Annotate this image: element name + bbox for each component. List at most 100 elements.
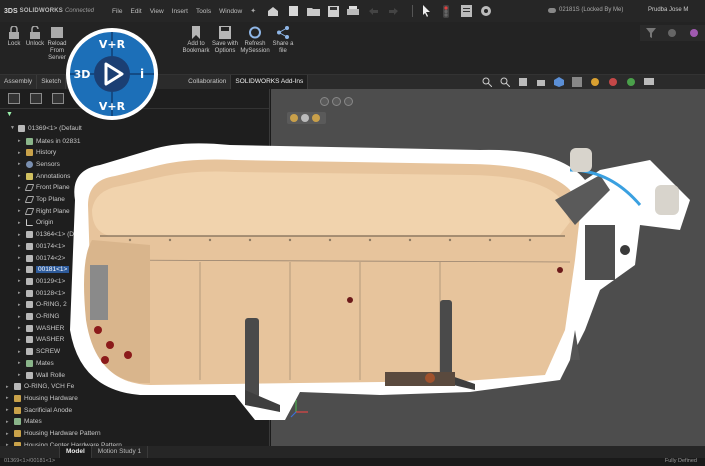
tree-item[interactable]: ▸ O-RING xyxy=(18,312,59,322)
feature-manager-tab-icon[interactable] xyxy=(8,93,20,104)
tree-item[interactable]: ▸ 00174<2> xyxy=(18,253,65,263)
menu-file[interactable]: File xyxy=(112,8,122,15)
menu-view[interactable]: View xyxy=(150,8,164,15)
tree-root[interactable]: ▼ 01369<1> (Default xyxy=(10,123,82,133)
expand-toggle-icon[interactable]: ▸ xyxy=(18,360,24,366)
expand-toggle-icon[interactable]: ▸ xyxy=(18,314,24,320)
view-settings-icon[interactable] xyxy=(642,76,655,88)
expand-toggle-icon[interactable]: ▸ xyxy=(18,267,24,273)
tree-item[interactable]: ▸ 00181<1> xyxy=(18,265,70,275)
view-orientation-icon[interactable] xyxy=(552,76,565,88)
appearance-icon[interactable] xyxy=(689,28,699,38)
expand-toggle-icon[interactable]: ▸ xyxy=(18,278,24,284)
tree-item[interactable]: ▸ WASHER xyxy=(18,335,64,345)
tree-item[interactable]: ▸ WASHER xyxy=(18,323,64,333)
expand-toggle-icon[interactable]: ▸ xyxy=(6,384,12,390)
configuration-manager-tab-icon[interactable] xyxy=(52,93,64,104)
expand-toggle-icon[interactable]: ▸ xyxy=(18,372,24,378)
menu-window[interactable]: Window xyxy=(219,8,242,15)
tree-item[interactable]: ▸ 00174<1> xyxy=(18,241,65,251)
new-document-icon[interactable] xyxy=(286,4,300,18)
breadcrumb-icon[interactable] xyxy=(320,97,329,106)
expand-toggle-icon[interactable]: ▸ xyxy=(18,208,24,214)
breadcrumb-icon[interactable] xyxy=(332,97,341,106)
tree-item[interactable]: ▸ Top Plane xyxy=(18,195,65,205)
display-style-icon[interactable] xyxy=(570,76,583,88)
tree-item[interactable]: ▸ O-RING, 2 xyxy=(18,300,67,310)
edit-appearance-icon[interactable] xyxy=(606,76,619,88)
tree-item[interactable]: ▸ Mates xyxy=(18,358,54,368)
zoom-to-area-icon[interactable] xyxy=(498,76,511,88)
tree-item[interactable]: ▸ Housing Hardware xyxy=(6,393,78,403)
expand-toggle-icon[interactable]: ▸ xyxy=(18,349,24,355)
expand-toggle-icon[interactable]: ▸ xyxy=(18,243,24,249)
tree-item[interactable]: ▸ Front Plane xyxy=(18,183,70,193)
tree-item[interactable]: ▸ Sensors xyxy=(18,159,60,169)
traffic-light-icon[interactable] xyxy=(439,4,453,18)
tree-item[interactable]: ▸ 01364<1> (De xyxy=(18,230,78,240)
zoom-to-fit-icon[interactable] xyxy=(480,76,493,88)
breadcrumb-icon[interactable] xyxy=(344,97,353,106)
expand-toggle-icon[interactable]: ▸ xyxy=(6,431,12,437)
print-icon[interactable] xyxy=(346,4,360,18)
expand-toggle-icon[interactable]: ▼ xyxy=(10,125,16,131)
expand-toggle-icon[interactable]: ▸ xyxy=(18,138,24,144)
tree-item[interactable]: ▸ 00128<1> xyxy=(18,288,65,298)
breadcrumb-part-icon[interactable] xyxy=(312,114,320,122)
tree-item[interactable]: ▸ Housing Hardware Pattern xyxy=(6,429,101,439)
section-view-icon[interactable] xyxy=(534,76,547,88)
tree-item[interactable]: ▸ Sacrificial Anode xyxy=(6,405,72,415)
tab-solidworks-add-ins[interactable]: SOLIDWORKS Add-Ins xyxy=(231,75,309,89)
redo-icon[interactable] xyxy=(386,4,400,18)
filter-icon[interactable] xyxy=(645,28,656,38)
property-manager-tab-icon[interactable] xyxy=(30,93,42,104)
expand-toggle-icon[interactable]: ▸ xyxy=(18,232,24,238)
compass-icon[interactable] xyxy=(667,28,677,38)
select-cursor-icon[interactable] xyxy=(419,4,433,18)
tab-motion-study[interactable]: Motion Study 1 xyxy=(92,446,149,458)
tab-collaboration[interactable]: Collaboration xyxy=(184,75,232,89)
home-icon[interactable] xyxy=(266,4,280,18)
open-folder-icon[interactable] xyxy=(306,4,320,18)
save-with-options-button[interactable]: Save with Options xyxy=(210,26,240,55)
expand-toggle-icon[interactable]: ▸ xyxy=(18,150,24,156)
tree-item[interactable]: ▸ Annotations xyxy=(18,171,70,181)
expand-toggle-icon[interactable]: ▸ xyxy=(18,173,24,179)
tab-sketch[interactable]: Sketch xyxy=(37,75,67,89)
expand-toggle-icon[interactable]: ▸ xyxy=(18,337,24,343)
previous-view-icon[interactable] xyxy=(516,76,529,88)
options-gear-icon[interactable] xyxy=(479,4,493,18)
share-a-file-button[interactable]: Share a file xyxy=(268,26,298,55)
tab-assembly[interactable]: Assembly xyxy=(0,75,38,89)
breadcrumb-part-icon[interactable] xyxy=(301,114,309,122)
file-properties-icon[interactable] xyxy=(459,4,473,18)
save-icon[interactable] xyxy=(326,4,340,18)
tree-item[interactable]: ▸ SCREW xyxy=(18,347,60,357)
expand-toggle-icon[interactable]: ▸ xyxy=(18,220,24,226)
pin-icon[interactable]: ✦ xyxy=(250,7,256,15)
menu-insert[interactable]: Insert xyxy=(172,8,188,15)
expand-toggle-icon[interactable]: ▸ xyxy=(18,197,24,203)
tree-item[interactable]: ▸ Wall Rolle xyxy=(18,370,65,380)
expand-toggle-icon[interactable]: ▸ xyxy=(18,302,24,308)
expand-toggle-icon[interactable]: ▸ xyxy=(18,185,24,191)
breadcrumb-part-icon[interactable] xyxy=(290,114,298,122)
expand-toggle-icon[interactable]: ▸ xyxy=(18,161,24,167)
expand-toggle-icon[interactable]: ▸ xyxy=(6,407,12,413)
add-to-bookmark-button[interactable]: Add to Bookmark xyxy=(181,26,211,55)
user-name[interactable]: Prudba Jose M xyxy=(648,7,688,13)
expand-toggle-icon[interactable]: ▸ xyxy=(6,395,12,401)
expand-toggle-icon[interactable]: ▸ xyxy=(18,290,24,296)
graphics-area[interactable] xyxy=(271,89,705,446)
tree-item[interactable]: ▸ Right Plane xyxy=(18,206,70,216)
refresh-mysession-button[interactable]: Refresh MySession xyxy=(240,26,270,55)
undo-icon[interactable] xyxy=(366,4,380,18)
expand-toggle-icon[interactable]: ▸ xyxy=(18,255,24,261)
tree-item[interactable]: ▸ O-RING, VCH Fe xyxy=(6,382,74,392)
tree-item[interactable]: ▸ Mates xyxy=(6,417,42,427)
tree-item[interactable]: ▸ 00129<1> xyxy=(18,276,65,286)
apply-scene-icon[interactable] xyxy=(624,76,637,88)
menu-edit[interactable]: Edit xyxy=(130,8,141,15)
tree-item[interactable]: ▸ History xyxy=(18,148,56,158)
expand-toggle-icon[interactable]: ▸ xyxy=(6,419,12,425)
